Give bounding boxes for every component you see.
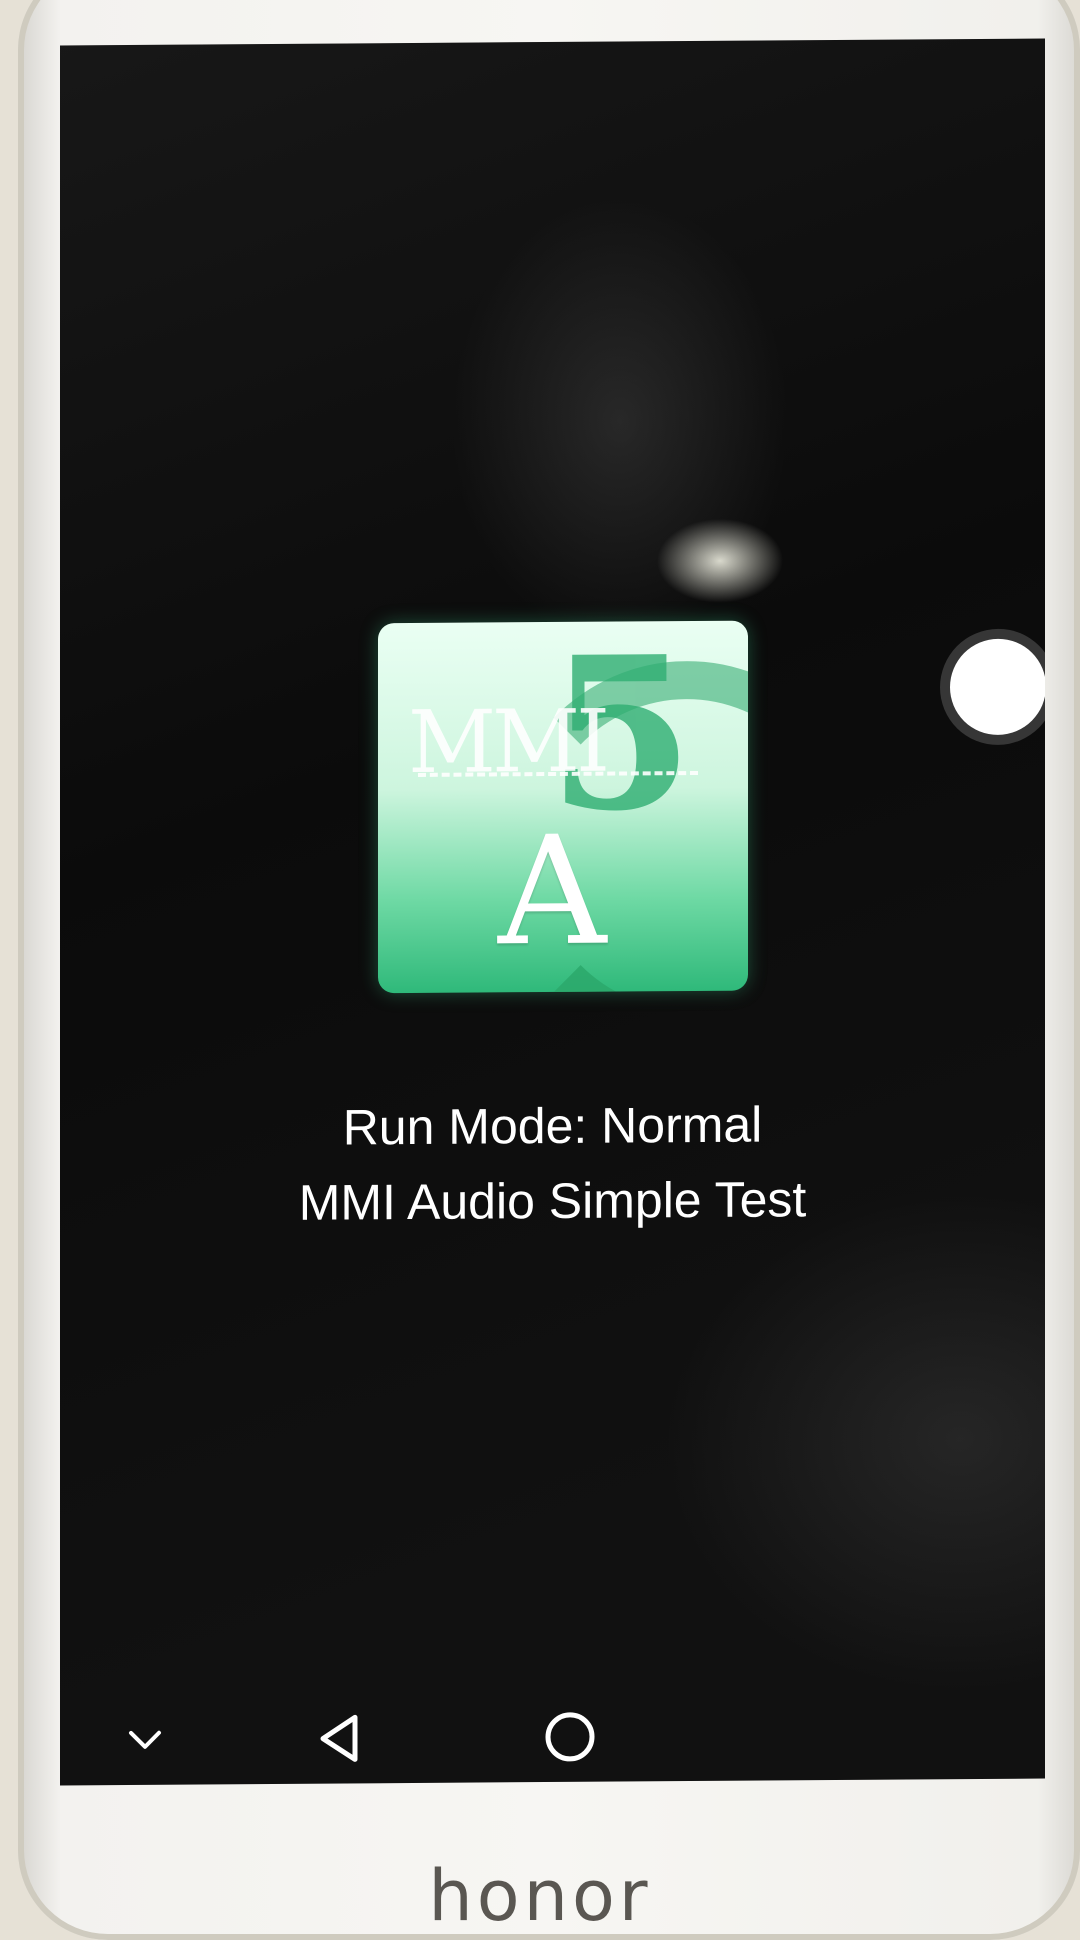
navigation-bar xyxy=(60,1679,1045,1786)
hide-nav-chevron-down-icon[interactable] xyxy=(110,1705,180,1775)
floating-dock-button[interactable] xyxy=(950,638,1045,736)
brand-logo: honor xyxy=(428,1855,652,1937)
device-screen: 5 MMI A Run Mode: Normal MMI Audio Simpl… xyxy=(60,38,1045,1786)
back-triangle-icon[interactable] xyxy=(305,1703,375,1773)
icon-letter-a: A xyxy=(498,804,607,980)
icon-mmi-text: MMI xyxy=(408,691,607,794)
run-mode-label: Run Mode: Normal xyxy=(342,1096,763,1156)
test-name-label: MMI Audio Simple Test xyxy=(298,1171,807,1231)
mmi-app-icon: 5 MMI A xyxy=(378,620,748,994)
home-circle-icon[interactable] xyxy=(535,1702,605,1772)
